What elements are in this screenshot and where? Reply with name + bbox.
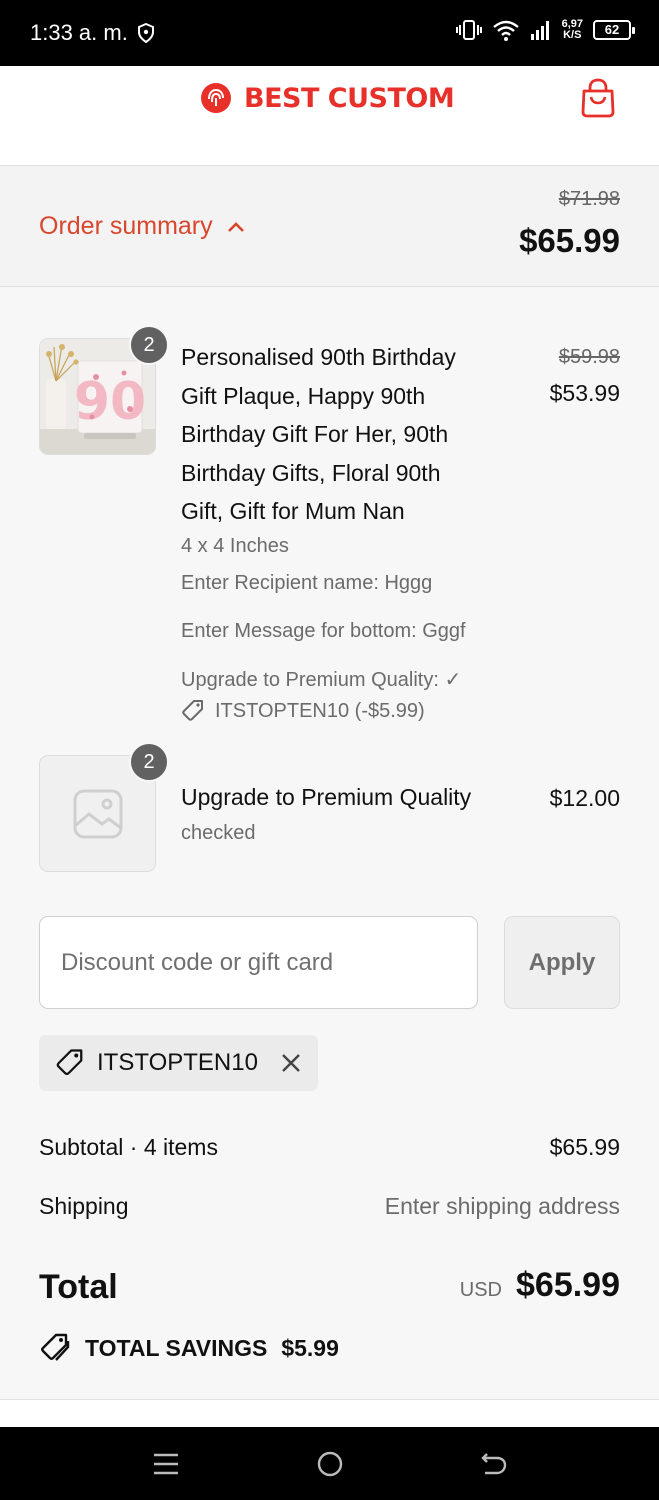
currency-code: USD bbox=[459, 1279, 502, 1301]
item-discount-text: ITSTOPTEN10 (-$5.99) bbox=[215, 699, 425, 722]
status-indicators: 6,97 K/S 62 bbox=[455, 18, 635, 42]
tags-icon bbox=[41, 1333, 70, 1361]
order-summary-label[interactable]: Order summary bbox=[39, 212, 245, 241]
system-navigation-bar bbox=[0, 1427, 659, 1500]
savings-value: $5.99 bbox=[281, 1334, 339, 1361]
applied-discount-chip: ITSTOPTEN10 bbox=[39, 1035, 318, 1091]
product-original-price: $59.98 bbox=[558, 346, 620, 368]
total-savings: TOTAL SAVINGS $5.99 bbox=[39, 1332, 339, 1364]
discount-code-input[interactable] bbox=[39, 916, 478, 1009]
product-title-line: Personalised 90th Birthday bbox=[181, 344, 456, 370]
shipping-label: Shipping bbox=[39, 1193, 129, 1219]
back-icon[interactable] bbox=[479, 1449, 509, 1479]
subtotal-label: Subtotal · 4 items bbox=[39, 1134, 218, 1160]
product-title-line: Birthday Gifts, Floral 90th bbox=[181, 459, 441, 486]
brand-name: BEST CUSTOM bbox=[244, 82, 455, 114]
battery-level: 62 bbox=[604, 22, 620, 37]
recipient-name: Enter Recipient name: Hggg bbox=[181, 572, 433, 594]
wifi-icon bbox=[492, 20, 519, 41]
applied-discount-code: ITSTOPTEN10 bbox=[97, 1049, 258, 1076]
product-variant: 4 x 4 Inches bbox=[181, 535, 289, 557]
total-value: $65.99 bbox=[516, 1266, 620, 1304]
order-summary-text: Order summary bbox=[39, 212, 213, 240]
quantity-badge: 2 bbox=[129, 742, 169, 782]
menu-icon[interactable] bbox=[151, 1449, 181, 1479]
original-total: $71.98 bbox=[558, 188, 620, 210]
vibrate-icon bbox=[455, 20, 482, 40]
order-total: $65.99 bbox=[519, 222, 620, 259]
product-subtitle: checked bbox=[181, 822, 256, 844]
product-thumbnail: 90 2 bbox=[39, 325, 169, 455]
item-discount: ITSTOPTEN10 (-$5.99) bbox=[181, 699, 425, 723]
status-bar: 1:33 a. m. 6,97 K/S 62 bbox=[0, 0, 659, 66]
status-time: 1:33 a. m. bbox=[30, 20, 128, 45]
bottom-message: Enter Message for bottom: Gggf bbox=[181, 620, 466, 642]
order-summary-toggle[interactable]: Order summary $71.98 $65.99 bbox=[0, 166, 659, 287]
network-speed: 6,97 K/S bbox=[562, 19, 583, 41]
quantity-badge: 2 bbox=[129, 325, 169, 365]
close-icon[interactable] bbox=[280, 1052, 302, 1074]
product-title: Upgrade to Premium Quality bbox=[181, 784, 472, 810]
product-price: $12.00 bbox=[549, 785, 620, 811]
speed-unit: K/S bbox=[563, 29, 582, 41]
tag-icon bbox=[56, 1049, 83, 1076]
home-icon[interactable] bbox=[315, 1449, 345, 1479]
battery-icon: 62 bbox=[593, 20, 635, 40]
product-price: $53.99 bbox=[549, 380, 620, 406]
product-title: Personalised 90th Birthday Gift Plaque, … bbox=[181, 338, 511, 531]
savings-label: TOTAL SAVINGS bbox=[85, 1334, 268, 1361]
shipping-value: Enter shipping address bbox=[384, 1193, 620, 1219]
product-thumbnail: 2 bbox=[39, 742, 169, 872]
product-title-line: Gift Plaque, Happy 90th bbox=[181, 382, 426, 409]
signal-icon bbox=[530, 21, 549, 40]
brand-logo[interactable]: BEST CUSTOM bbox=[200, 82, 455, 114]
total-label: Total bbox=[39, 1268, 118, 1306]
chevron-up-icon bbox=[227, 221, 244, 232]
total-amount: USD $65.99 bbox=[460, 1266, 620, 1305]
product-title-line: Birthday Gift For Her, 90th bbox=[181, 421, 449, 447]
image-placeholder-icon bbox=[73, 789, 122, 838]
shield-icon bbox=[138, 23, 154, 43]
apply-discount-button[interactable]: Apply bbox=[504, 916, 620, 1009]
tag-icon bbox=[182, 700, 203, 721]
product-title-line: Gift, Gift for Mum Nan bbox=[181, 498, 405, 524]
shopping-bag-icon[interactable] bbox=[580, 78, 616, 118]
footer-strip bbox=[0, 1400, 659, 1427]
svg-text:90: 90 bbox=[74, 372, 146, 432]
premium-upgrade-option: Upgrade to Premium Quality: ✓ bbox=[181, 669, 462, 691]
subtotal-value: $65.99 bbox=[549, 1134, 620, 1160]
store-header: BEST CUSTOM bbox=[0, 66, 659, 166]
fingerprint-logo-icon bbox=[201, 83, 231, 113]
